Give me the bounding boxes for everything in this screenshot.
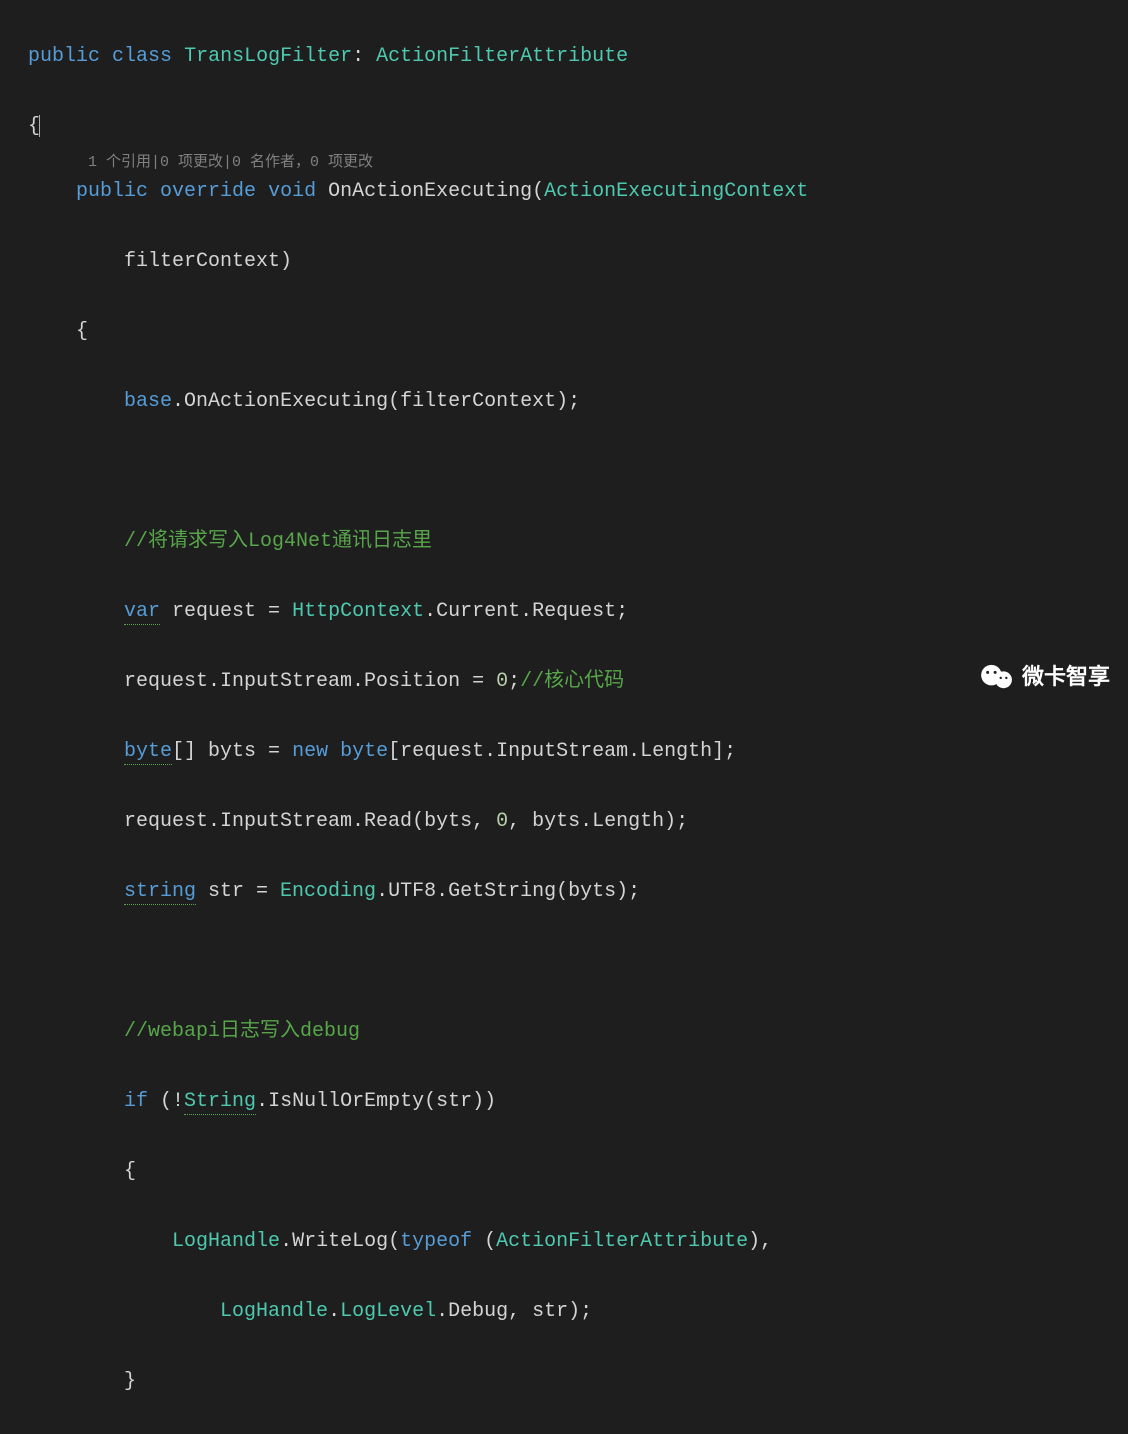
code-line: LogHandle.LogLevel.Debug, str); [28,1294,1128,1329]
code-line: public override void OnActionExecuting(A… [28,174,1128,209]
code-line: var request = HttpContext.Current.Reques… [28,594,1128,629]
code-line: public class TransLogFilter: ActionFilte… [28,39,1128,74]
code-line: LogHandle.WriteLog(typeof (ActionFilterA… [28,1224,1128,1259]
code-line: } [28,1364,1128,1399]
code-line: { [28,109,1128,144]
wechat-icon [980,663,1014,691]
code-line: request.InputStream.Position = 0;//核心代码 [28,664,1128,699]
code-line [28,454,1128,489]
code-line: //webapi日志写入debug [28,1014,1128,1049]
code-line: if (!String.IsNullOrEmpty(str)) [28,1084,1128,1119]
code-line: //将请求写入Log4Net通讯日志里 [28,524,1128,559]
code-line: filterContext) [28,244,1128,279]
code-line: string str = Encoding.UTF8.GetString(byt… [28,874,1128,909]
codelens-info[interactable]: 1 个引用|0 项更改|0 名作者，0 项更改 [28,154,1128,172]
code-line: { [28,314,1128,349]
code-line: base.OnActionExecuting(filterContext); [28,384,1128,419]
code-line: { [28,1154,1128,1189]
code-line [28,944,1128,979]
code-line: request.InputStream.Read(byts, 0, byts.L… [28,804,1128,839]
watermark-text: 微卡智享 [1022,658,1110,697]
code-line: byte[] byts = new byte[request.InputStre… [28,734,1128,769]
watermark: 微卡智享 [980,658,1110,697]
code-editor[interactable]: public class TransLogFilter: ActionFilte… [0,0,1128,1434]
text-cursor [39,115,40,137]
